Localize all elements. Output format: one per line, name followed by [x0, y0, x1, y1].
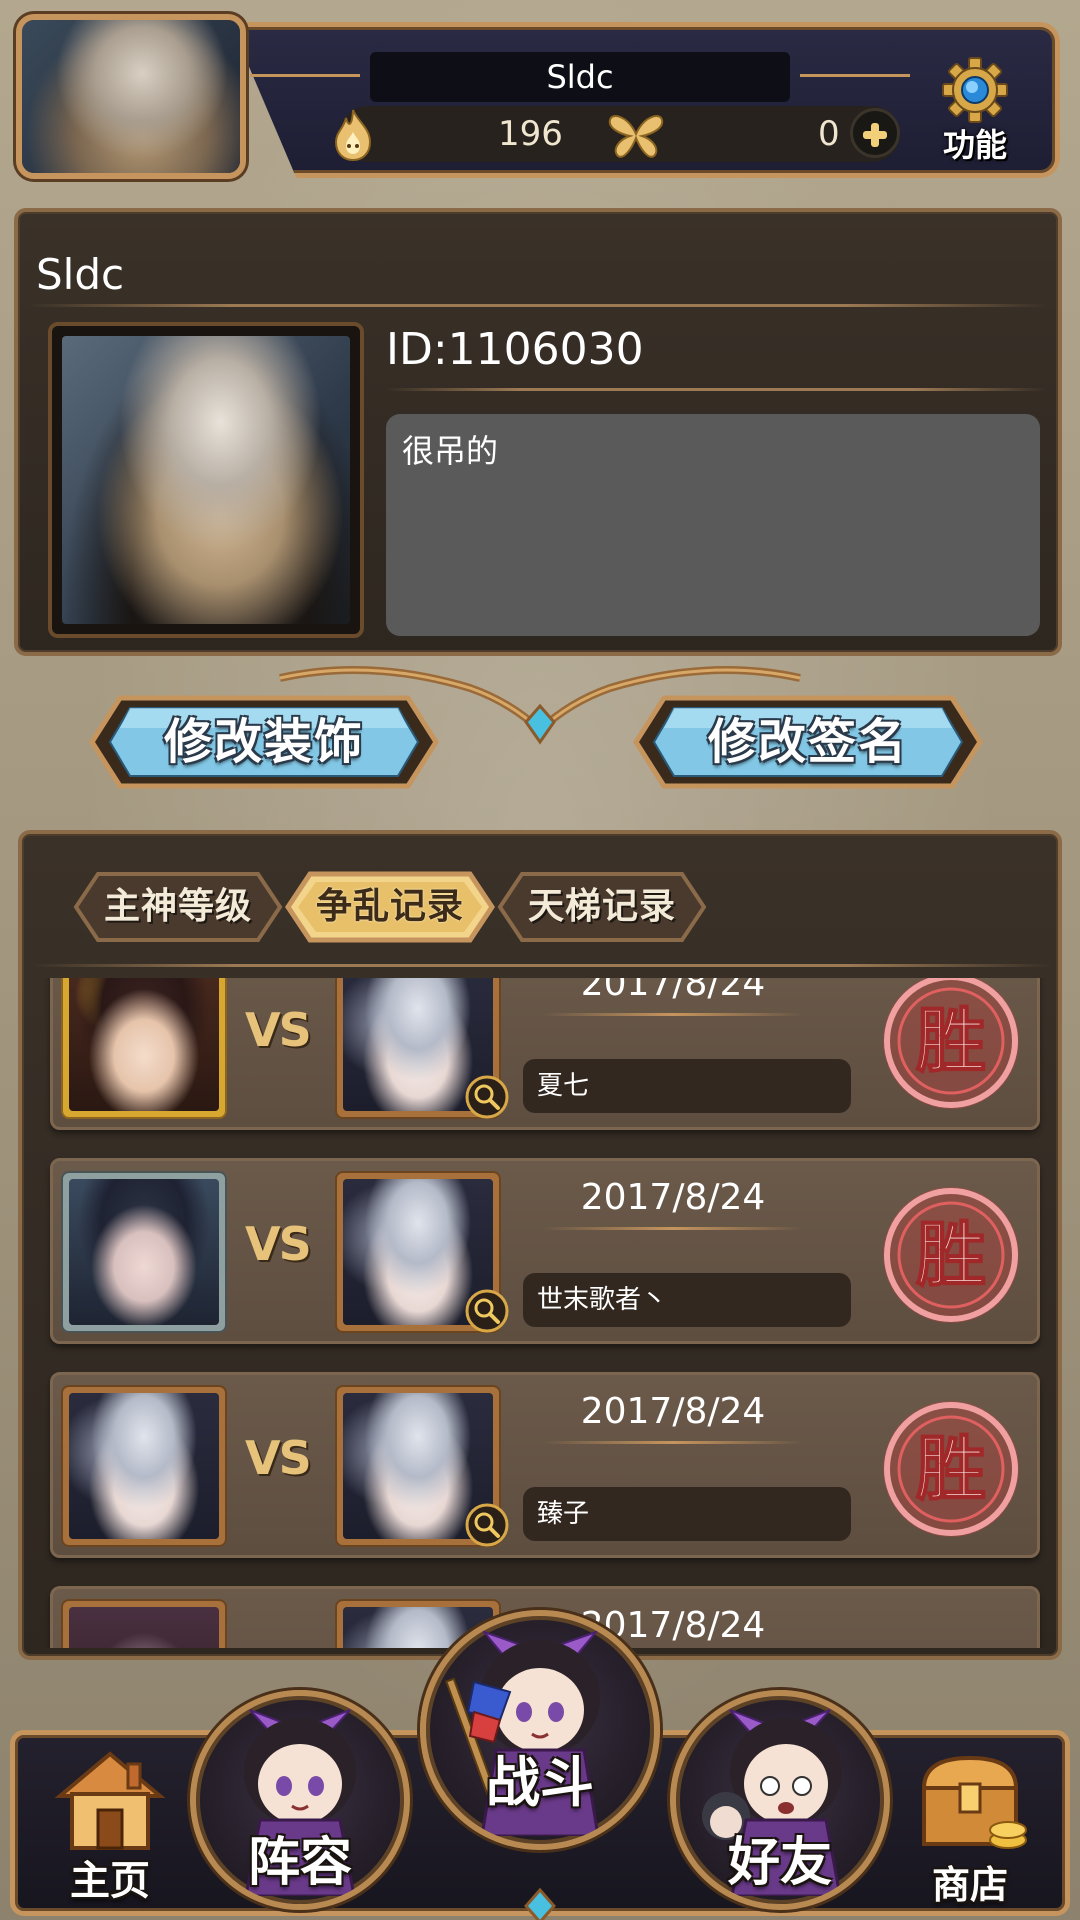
record-divider: [543, 1013, 803, 1016]
player-id: ID:1106030: [386, 324, 644, 375]
record-date: 2017/8/24: [580, 978, 766, 1004]
vs-label: VS: [245, 1003, 312, 1057]
player-name: Sldc: [370, 52, 790, 102]
treasure-chest-icon: [921, 1755, 1027, 1849]
profile-name: Sldc: [36, 250, 125, 299]
nav-shop[interactable]: 商店: [900, 1740, 1040, 1910]
opponent-name: 夏七: [523, 1059, 851, 1113]
function-button[interactable]: 功能: [930, 56, 1020, 174]
signature-box: 很吊的: [386, 414, 1040, 636]
top-bar: Sldc 196 0 功能: [10, 8, 1070, 180]
profile-portrait-image: [62, 336, 350, 624]
bottom-nav: 主页 阵容 战斗 好友 商店: [0, 1560, 1080, 1920]
butterfly-icon: [608, 115, 664, 158]
nav-battle-label: 战斗: [486, 1751, 594, 1814]
profile-portrait[interactable]: [48, 322, 364, 638]
avatar-portrait: [22, 20, 240, 173]
player-avatar[interactable]: [16, 14, 246, 179]
vs-label: VS: [245, 1431, 312, 1485]
tabs-divider: [32, 964, 1052, 967]
tab-battle-record[interactable]: 争乱记录: [284, 870, 496, 944]
magnifier-icon[interactable]: [465, 1503, 509, 1547]
add-resource-button[interactable]: [850, 108, 900, 158]
tab-god-level-label: 主神等级: [103, 886, 252, 927]
name-line-left: [250, 74, 360, 77]
profile-divider: [28, 304, 1048, 307]
function-label: 功能: [942, 126, 1007, 164]
record-row[interactable]: VS 2017/8/24 臻子 胜: [50, 1372, 1040, 1558]
record-row[interactable]: VS 2017/8/24 夏七 胜: [50, 978, 1040, 1130]
nav-gem-ornament: [524, 1887, 556, 1920]
tab-god-level[interactable]: 主神等级: [72, 870, 284, 944]
record-tabs: 主神等级 争乱记录 天梯记录: [52, 870, 752, 950]
tab-ladder-record[interactable]: 天梯记录: [496, 870, 708, 944]
tab-battle-record-label: 争乱记录: [315, 886, 464, 927]
nav-lineup-label: 阵容: [247, 1833, 352, 1893]
gear-icon: [942, 57, 1008, 123]
fire-icon: [334, 109, 372, 162]
edit-decoration-button[interactable]: 修改装饰: [84, 692, 444, 792]
opponent-name: 世末歌者丶: [523, 1273, 851, 1327]
id-divider: [386, 388, 1046, 391]
win-stamp-icon: 胜: [883, 978, 1019, 1109]
nav-battle[interactable]: 战斗: [410, 1560, 670, 1860]
nav-home[interactable]: 主页: [40, 1740, 180, 1910]
name-line-right: [800, 74, 910, 77]
nav-friends-label: 好友: [727, 1833, 832, 1893]
resource-1-value: 196: [498, 114, 563, 154]
hero-image: [69, 1393, 219, 1539]
nav-home-label: 主页: [70, 1858, 150, 1904]
result-label: 胜: [916, 1428, 986, 1510]
record-divider: [543, 1441, 803, 1444]
win-stamp-icon: 胜: [883, 1187, 1019, 1323]
player-hero-portrait: [61, 1385, 227, 1547]
record-date: 2017/8/24: [580, 1391, 766, 1432]
opponent-name: 臻子: [523, 1487, 851, 1541]
nav-friends[interactable]: 好友: [660, 1650, 900, 1910]
edit-decoration-label: 修改装饰: [163, 714, 364, 770]
win-stamp-icon: 胜: [883, 1401, 1019, 1537]
hero-image: [69, 1179, 219, 1325]
result-label: 胜: [916, 1214, 986, 1296]
player-hero-portrait: [61, 978, 227, 1119]
record-divider: [543, 1227, 803, 1230]
vs-label: VS: [245, 1217, 312, 1271]
tab-ladder-record-label: 天梯记录: [527, 886, 676, 927]
nav-shop-label: 商店: [931, 1863, 1008, 1907]
hero-image: [69, 978, 219, 1111]
nav-lineup[interactable]: 阵容: [180, 1650, 420, 1910]
edit-signature-label: 修改签名: [707, 714, 908, 770]
magnifier-icon[interactable]: [465, 1289, 509, 1333]
result-label: 胜: [916, 1000, 986, 1082]
record-date: 2017/8/24: [580, 1177, 766, 1218]
house-icon: [54, 1751, 166, 1850]
record-row[interactable]: VS 2017/8/24 世末歌者丶 胜: [50, 1158, 1040, 1344]
magnifier-icon[interactable]: [465, 1075, 509, 1119]
player-hero-portrait: [61, 1171, 227, 1333]
edit-signature-button[interactable]: 修改签名: [628, 692, 988, 792]
profile-panel: Sldc ID:1106030 很吊的: [14, 208, 1062, 656]
records-panel: 主神等级 争乱记录 天梯记录 VS 2017/8/24 夏七 胜 VS 2017…: [18, 830, 1062, 1660]
resource-2-value: 0: [818, 114, 840, 154]
record-list[interactable]: VS 2017/8/24 夏七 胜 VS 2017/8/24 世末歌者丶 胜 V…: [38, 978, 1050, 1648]
